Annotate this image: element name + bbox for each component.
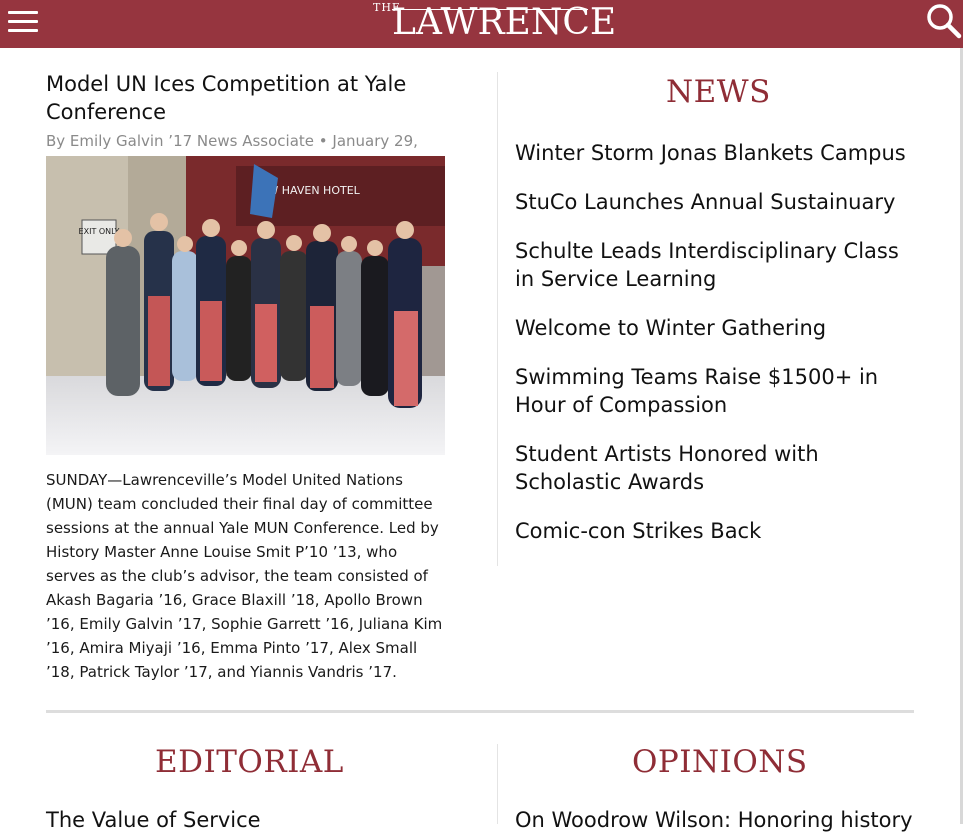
column-divider [497,72,498,566]
news-item[interactable]: Swimming Teams Raise $1500+ in Hour of C… [515,363,915,419]
opinions-heading[interactable]: OPINIONS [632,744,808,780]
news-item[interactable]: Schulte Leads Interdisciplinary Class in… [515,237,915,293]
photo-exit-sign: EXIT ONLY [79,227,120,236]
site-header: THE LAWRENCE [0,0,963,48]
search-icon[interactable] [924,2,962,40]
site-logo[interactable]: THE LAWRENCE [372,0,616,48]
section-divider [46,710,914,713]
news-item[interactable]: StuCo Launches Annual Sustainuary [515,188,915,216]
hamburger-menu-icon[interactable] [8,11,38,33]
article-title[interactable]: Model UN Ices Competition at Yale Confer… [46,70,446,126]
news-item[interactable]: Student Artists Honored with Scholastic … [515,440,915,496]
news-item[interactable]: Winter Storm Jonas Blankets Campus [515,139,915,167]
news-item[interactable]: Welcome to Winter Gathering [515,314,915,342]
photo-group [106,213,422,408]
news-heading[interactable]: NEWS [666,74,771,110]
article-photo[interactable]: EXIT ONLY NEW HAVEN HOTEL [46,156,445,455]
news-item[interactable]: Comic-con Strikes Back [515,517,915,545]
article-body: SUNDAY—Lawrenceville’s Model United Nati… [46,471,443,681]
column-divider-lower [497,744,498,824]
news-list: Winter Storm Jonas Blankets Campus StuCo… [515,139,915,566]
opinions-item[interactable]: On Woodrow Wilson: Honoring history [515,806,913,834]
featured-article: Model UN Ices Competition at Yale Confer… [46,70,446,681]
editorial-item[interactable]: The Value of Service [46,806,261,834]
editorial-heading[interactable]: EDITORIAL [155,744,344,780]
logo-main-text: LAWRENCE [392,2,617,43]
